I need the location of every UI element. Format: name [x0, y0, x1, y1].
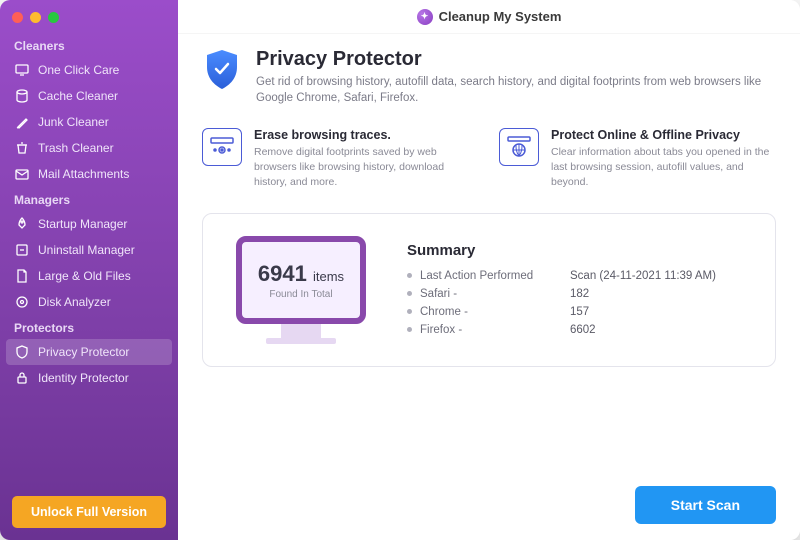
brush-icon — [14, 114, 30, 130]
section-header-cleaners: Cleaners — [0, 33, 178, 57]
feature-erase-traces: Erase browsing traces. Remove digital fo… — [202, 128, 479, 189]
footer: Start Scan — [202, 486, 776, 524]
monitor-screen: 6941 items Found In Total — [236, 236, 366, 324]
rocket-icon — [14, 216, 30, 232]
monitor-graphic: 6941 items Found In Total — [231, 236, 371, 344]
summary-details: Summary Last Action PerformedScan (24-11… — [407, 242, 716, 339]
sidebar-item-label: Startup Manager — [38, 217, 127, 231]
disk-icon — [14, 294, 30, 310]
trash-icon — [14, 140, 30, 156]
fullscreen-icon[interactable] — [48, 12, 59, 23]
app-icon: ✦ — [417, 9, 433, 25]
sidebar-item-label: One Click Care — [38, 63, 119, 77]
summary-row: Safari -182 — [407, 285, 716, 303]
sidebar-item-disk-analyzer[interactable]: Disk Analyzer — [0, 289, 178, 315]
sidebar-item-label: Identity Protector — [38, 371, 129, 385]
summary-heading: Summary — [407, 242, 716, 259]
sidebar-item-startup-manager[interactable]: Startup Manager — [0, 211, 178, 237]
sidebar-item-large-old-files[interactable]: Large & Old Files — [0, 263, 178, 289]
mail-icon — [14, 166, 30, 182]
feature-protect-privacy: Protect Online & Offline Privacy Clear i… — [499, 128, 776, 189]
monitor-stand — [281, 324, 321, 338]
main-panel: ✦ Cleanup My System Privacy Protector Ge… — [178, 0, 800, 540]
window-controls — [0, 8, 178, 33]
summary-row: Last Action PerformedScan (24-11-2021 11… — [407, 267, 716, 285]
minimize-icon[interactable] — [30, 12, 41, 23]
close-icon[interactable] — [12, 12, 23, 23]
sidebar-item-privacy-protector[interactable]: Privacy Protector — [6, 339, 172, 365]
app-window: Cleaners One Click Care Cache Cleaner Ju… — [0, 0, 800, 540]
sidebar-item-label: Mail Attachments — [38, 167, 129, 181]
sidebar-item-label: Cache Cleaner — [38, 89, 118, 103]
sidebar-item-label: Privacy Protector — [38, 345, 129, 359]
sidebar-item-label: Large & Old Files — [38, 269, 131, 283]
lock-icon — [14, 370, 30, 386]
sidebar: Cleaners One Click Care Cache Cleaner Ju… — [0, 0, 178, 540]
items-count-sub: Found In Total — [269, 289, 332, 300]
page-subtitle: Get rid of browsing history, autofill da… — [256, 74, 776, 106]
cache-icon — [14, 88, 30, 104]
section-header-protectors: Protectors — [0, 315, 178, 339]
sidebar-item-label: Disk Analyzer — [38, 295, 111, 309]
start-scan-button[interactable]: Start Scan — [635, 486, 776, 524]
sidebar-item-one-click-care[interactable]: One Click Care — [0, 57, 178, 83]
content-area: Privacy Protector Get rid of browsing hi… — [178, 34, 800, 540]
globe-icon — [499, 128, 539, 166]
titlebar: ✦ Cleanup My System — [178, 0, 800, 34]
sidebar-item-label: Uninstall Manager — [38, 243, 135, 257]
sidebar-item-junk-cleaner[interactable]: Junk Cleaner — [0, 109, 178, 135]
shield-icon — [14, 344, 30, 360]
shield-hero-icon — [202, 48, 242, 92]
sidebar-item-trash-cleaner[interactable]: Trash Cleaner — [0, 135, 178, 161]
sidebar-item-uninstall-manager[interactable]: Uninstall Manager — [0, 237, 178, 263]
monitor-icon — [14, 62, 30, 78]
sidebar-item-label: Trash Cleaner — [38, 141, 114, 155]
sidebar-item-identity-protector[interactable]: Identity Protector — [0, 365, 178, 391]
summary-row: Firefox -6602 — [407, 321, 716, 339]
eye-icon — [202, 128, 242, 166]
feature-title: Erase browsing traces. — [254, 128, 479, 142]
unlock-full-version-button[interactable]: Unlock Full Version — [12, 496, 166, 528]
feature-desc: Clear information about tabs you opened … — [551, 145, 776, 189]
bigfile-icon — [14, 268, 30, 284]
monitor-base — [266, 338, 336, 344]
page-title: Privacy Protector — [256, 48, 776, 71]
sidebar-item-cache-cleaner[interactable]: Cache Cleaner — [0, 83, 178, 109]
summary-row: Chrome -157 — [407, 303, 716, 321]
feature-desc: Remove digital footprints saved by web b… — [254, 145, 479, 189]
summary-card: 6941 items Found In Total Summary Last A… — [202, 213, 776, 367]
items-count: 6941 items — [258, 261, 344, 287]
feature-title: Protect Online & Offline Privacy — [551, 128, 776, 142]
feature-row: Erase browsing traces. Remove digital fo… — [202, 128, 776, 189]
sidebar-item-label: Junk Cleaner — [38, 115, 109, 129]
section-header-managers: Managers — [0, 187, 178, 211]
app-title: Cleanup My System — [439, 9, 562, 24]
sidebar-item-mail-attachments[interactable]: Mail Attachments — [0, 161, 178, 187]
uninstall-icon — [14, 242, 30, 258]
page-header: Privacy Protector Get rid of browsing hi… — [202, 48, 776, 106]
